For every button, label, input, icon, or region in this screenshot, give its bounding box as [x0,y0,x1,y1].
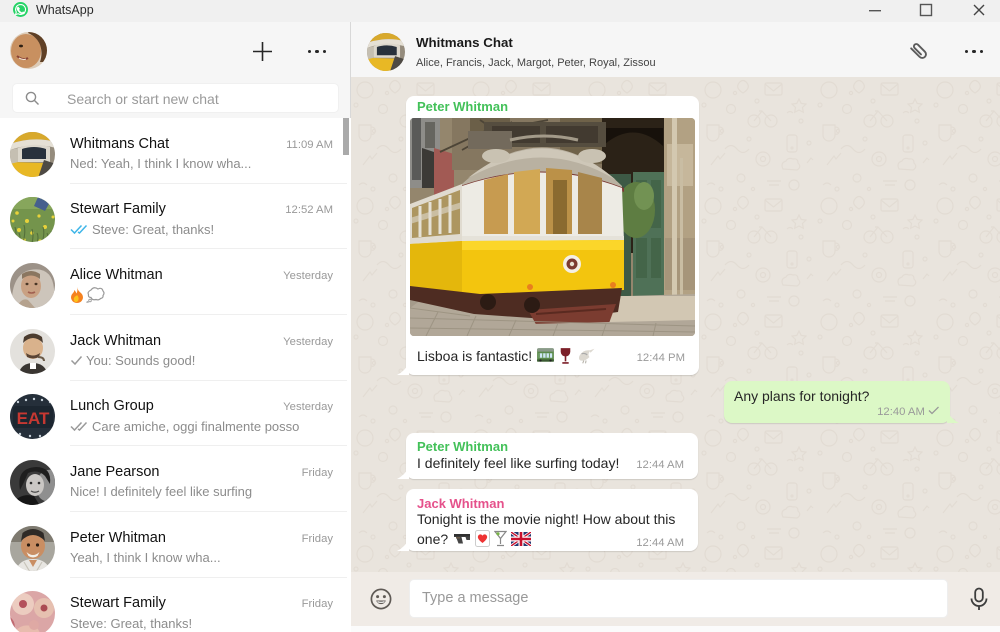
svg-text:EAT: EAT [17,409,50,428]
